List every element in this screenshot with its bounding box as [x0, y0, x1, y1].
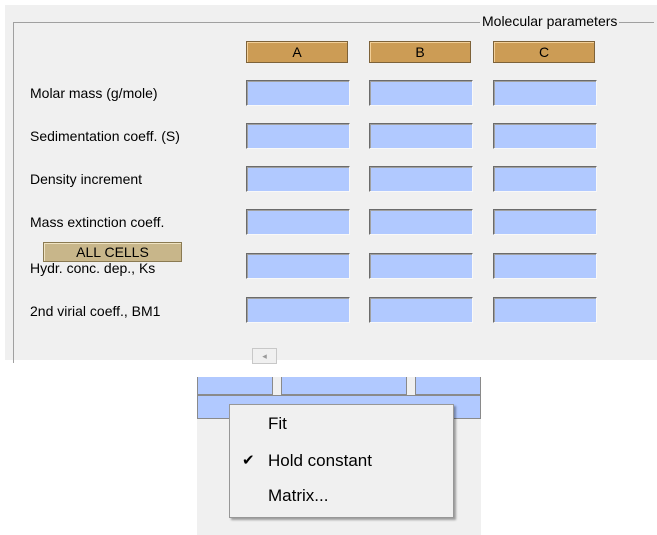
virial-coeff-c-field[interactable]	[493, 297, 597, 323]
molar-mass-c-field[interactable]	[493, 80, 597, 106]
menu-item-fit[interactable]: Fit	[230, 410, 453, 438]
column-header-b[interactable]: B	[369, 41, 471, 63]
density-increment-a-field[interactable]	[246, 166, 350, 192]
menu-item-fit-label: Fit	[268, 414, 287, 433]
sedimentation-c-field[interactable]	[493, 123, 597, 149]
mass-extinction-a-field[interactable]	[246, 209, 350, 235]
molar-mass-a-field[interactable]	[246, 80, 350, 106]
menu-item-hold-constant[interactable]: ✔ Hold constant	[230, 447, 453, 475]
group-title: Molecular parameters	[480, 12, 620, 30]
menu-item-hold-constant-label: Hold constant	[268, 451, 372, 470]
sedimentation-a-field[interactable]	[246, 123, 350, 149]
row-label-mass-extinction-coeff: Mass extinction coeff.	[30, 214, 165, 230]
molar-mass-b-field[interactable]	[369, 80, 473, 106]
mass-extinction-c-field[interactable]	[493, 209, 597, 235]
density-increment-c-field[interactable]	[493, 166, 597, 192]
hydr-conc-c-field[interactable]	[493, 253, 597, 279]
hydr-conc-a-field[interactable]	[246, 253, 350, 279]
virial-coeff-b-field[interactable]	[369, 297, 473, 323]
menu-item-matrix[interactable]: Matrix...	[230, 482, 453, 510]
context-menu: Fit ✔ Hold constant Matrix...	[229, 404, 454, 518]
column-header-a[interactable]: A	[246, 41, 348, 63]
row-label-molar-mass: Molar mass (g/mole)	[30, 85, 158, 101]
row-label-sedimentation-coeff: Sedimentation coeff. (S)	[30, 128, 180, 144]
menu-item-matrix-label: Matrix...	[268, 486, 329, 505]
all-cells-button[interactable]: ALL CELLS	[43, 242, 182, 262]
molecular-parameters-panel: Molecular parameters A B C Molar mass (g…	[5, 5, 657, 364]
row-label-density-increment: Density increment	[30, 171, 143, 187]
background-cell-strip	[415, 377, 481, 395]
column-header-c[interactable]: C	[493, 41, 595, 63]
scroll-left-button[interactable]: ◂	[252, 348, 277, 364]
mass-extinction-b-field[interactable]	[369, 209, 473, 235]
checkmark-icon: ✔	[242, 452, 255, 469]
virial-coeff-a-field[interactable]	[246, 297, 350, 323]
sedimentation-b-field[interactable]	[369, 123, 473, 149]
row-label-2nd-virial-coeff: 2nd virial coeff., BM1	[30, 303, 161, 319]
background-cell-strip	[197, 377, 273, 395]
density-increment-b-field[interactable]	[369, 166, 473, 192]
background-cell-strip	[281, 377, 407, 395]
hydr-conc-b-field[interactable]	[369, 253, 473, 279]
